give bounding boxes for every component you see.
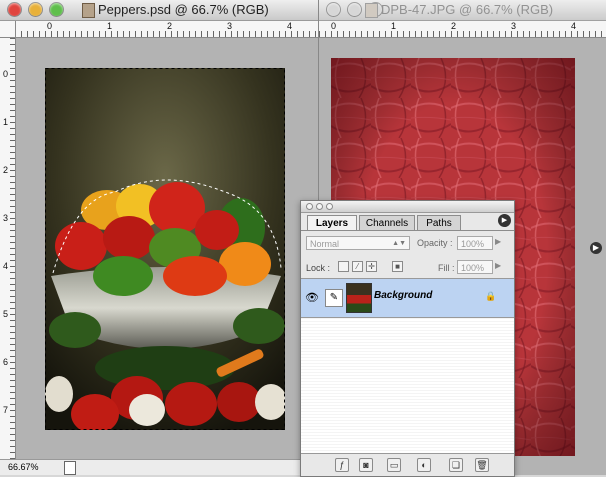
ruler-number: 2 [451, 21, 457, 31]
ruler-corner [0, 21, 16, 38]
opacity-value: 100% [461, 239, 485, 249]
lock-transparency-icon[interactable] [338, 261, 349, 272]
palette-close-icon[interactable] [306, 203, 313, 210]
minimize-icon[interactable] [348, 3, 361, 16]
minimize-icon[interactable] [29, 3, 42, 16]
opacity-label: Opacity : [417, 238, 453, 248]
document-icon [82, 3, 95, 18]
zoom-level[interactable]: 66.67% [8, 462, 39, 472]
layers-palette[interactable]: Layers Channels Paths ▶ Normal ▲▼ Opacit… [300, 200, 515, 477]
layer-name[interactable]: Background [374, 290, 432, 301]
visibility-eye-icon[interactable]: 👁 [305, 291, 319, 304]
ruler-number: 1 [391, 21, 397, 31]
ruler-number: 1 [107, 21, 113, 31]
close-icon[interactable] [327, 3, 340, 16]
ruler-ticks [15, 31, 318, 37]
add-mask-icon[interactable]: ◙ [359, 458, 373, 472]
ruler-number: 5 [3, 309, 9, 319]
zoom-icon[interactable] [50, 3, 63, 16]
palette-titlebar[interactable] [301, 201, 514, 213]
ruler-number: 3 [227, 21, 233, 31]
window-title: DPB-47.JPG @ 66.7% (RGB) [381, 2, 554, 17]
status-bar: 66.67% [0, 459, 318, 475]
ruler-number: 4 [287, 21, 293, 31]
peppers-titlebar[interactable]: Peppers.psd @ 66.7% (RGB) [0, 0, 318, 21]
top-ruler[interactable]: 0 1 2 3 4 [15, 21, 318, 38]
lock-paint-icon[interactable]: ⁄ [352, 261, 363, 272]
lock-all-icon[interactable]: ■ [392, 261, 403, 272]
ruler-number: 6 [3, 357, 9, 367]
window-title: Peppers.psd @ 66.7% (RGB) [98, 2, 269, 17]
tab-paths[interactable]: Paths [417, 215, 461, 230]
layer-style-icon[interactable]: ƒ [335, 458, 349, 472]
fill-arrow-icon[interactable]: ▶ [495, 261, 501, 270]
peppers-window[interactable]: Peppers.psd @ 66.7% (RGB) 0 1 2 3 4 0 1 … [0, 0, 319, 475]
layer-row[interactable]: 👁 ✎ Background 🔒 [301, 279, 514, 318]
blend-mode-select[interactable]: Normal ▲▼ [306, 236, 410, 250]
ruler-number: 2 [3, 165, 9, 175]
ruler-ticks [10, 38, 15, 459]
lock-move-icon[interactable]: ✛ [366, 261, 377, 272]
ruler-number: 4 [571, 21, 577, 31]
scroll-right-arrow[interactable]: ▶ [590, 242, 602, 254]
peppers-image[interactable] [45, 68, 285, 430]
ruler-ticks [319, 31, 606, 37]
ruler-number: 7 [3, 405, 9, 415]
layer-thumbnail[interactable] [346, 283, 372, 313]
fill-field[interactable]: 100% [457, 260, 493, 274]
stepper-arrows-icon: ▲▼ [392, 240, 406, 247]
ruler-number: 0 [3, 69, 9, 79]
opacity-field[interactable]: 100% [457, 236, 493, 250]
ruler-number: 4 [3, 261, 9, 271]
info-menu-icon[interactable] [64, 461, 76, 475]
opacity-arrow-icon[interactable]: ▶ [495, 237, 501, 246]
trash-icon[interactable]: 🗑 [475, 458, 489, 472]
left-ruler[interactable]: 0 1 2 3 4 5 6 7 [0, 38, 16, 459]
layers-list[interactable]: 👁 ✎ Background 🔒 [301, 278, 514, 454]
ruler-number: 2 [167, 21, 173, 31]
tab-layers[interactable]: Layers [307, 215, 357, 231]
new-layer-icon[interactable]: ❏ [449, 458, 463, 472]
new-set-icon[interactable]: ▭ [387, 458, 401, 472]
palette-minimize-icon[interactable] [316, 203, 323, 210]
ruler-number: 3 [3, 213, 9, 223]
tab-channels[interactable]: Channels [359, 215, 415, 230]
dpb-titlebar[interactable]: DPB-47.JPG @ 66.7% (RGB) [319, 0, 606, 21]
brush-icon[interactable]: ✎ [325, 289, 343, 307]
peppers-canvas-area[interactable] [16, 38, 318, 459]
layer-lock-icon: 🔒 [485, 291, 497, 301]
palette-menu-icon[interactable]: ▶ [498, 214, 511, 227]
tab-divider [301, 230, 514, 231]
ruler-number: 0 [331, 21, 337, 31]
document-icon [365, 3, 378, 18]
palette-zoom-icon[interactable] [326, 203, 333, 210]
fill-label: Fill : [438, 263, 455, 273]
close-icon[interactable] [8, 3, 21, 16]
lock-label: Lock : [306, 263, 331, 273]
adjustment-layer-icon[interactable]: ◐ [417, 458, 431, 472]
ruler-number: 0 [47, 21, 53, 31]
fill-value: 100% [461, 263, 485, 273]
ruler-number: 3 [511, 21, 517, 31]
top-ruler[interactable]: 0 1 2 3 4 [319, 21, 606, 38]
blend-mode-value: Normal [310, 239, 340, 249]
ruler-number: 1 [3, 117, 9, 127]
